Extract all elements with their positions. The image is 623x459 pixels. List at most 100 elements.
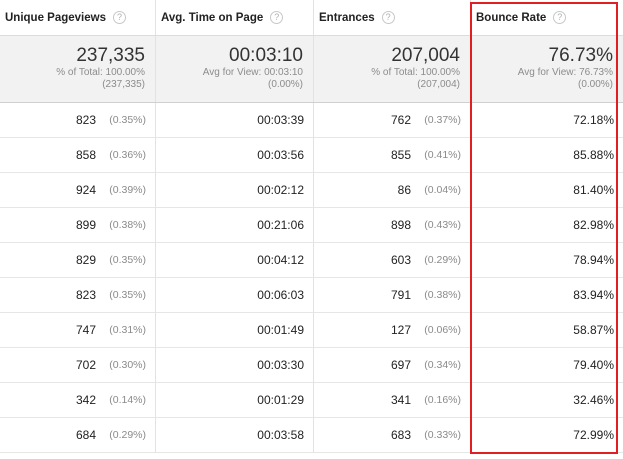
total-value: 76.73% (548, 45, 613, 66)
bounce-rate-value: 78.94% (573, 253, 614, 267)
avg-time-value: 00:03:56 (257, 148, 304, 162)
help-icon[interactable]: ? (381, 11, 395, 24)
unique-pageviews-value: 702 (75, 358, 96, 372)
cell-unique-pageviews: 747 (0.31%) (0, 313, 155, 348)
unique-pageviews-percent: (0.39%) (109, 184, 146, 196)
avg-time-value: 00:21:06 (257, 218, 304, 232)
cell-entrances: 898 (0.43%) (313, 208, 470, 243)
bounce-rate-value: 83.94% (573, 288, 614, 302)
cell-avg-time-on-page: 00:01:29 (155, 383, 313, 418)
cell-avg-time-on-page: 00:04:12 (155, 243, 313, 278)
avg-time-value: 00:02:12 (257, 183, 304, 197)
column-header-unique-pageviews[interactable]: Unique Pageviews ? (0, 0, 155, 35)
unique-pageviews-percent: (0.31%) (109, 324, 146, 336)
column-header-bounce-rate[interactable]: Bounce Rate ? (470, 0, 623, 35)
table-row: 924 (0.39%) 00:02:12 86 (0.04%) 81.40% (0, 173, 623, 208)
entrances-value: 603 (390, 253, 411, 267)
cell-bounce-rate: 85.88% (470, 138, 623, 173)
cell-avg-time-on-page: 00:21:06 (155, 208, 313, 243)
total-value: 237,335 (76, 45, 145, 66)
avg-time-value: 00:01:49 (257, 323, 304, 337)
unique-pageviews-percent: (0.36%) (109, 149, 146, 161)
column-header-avg-time-on-page[interactable]: Avg. Time on Page ? (155, 0, 313, 35)
total-subtext: Avg for View: 76.73% (517, 67, 613, 78)
entrances-percent: (0.33%) (424, 429, 461, 441)
unique-pageviews-value: 747 (75, 323, 96, 337)
avg-time-value: 00:03:58 (257, 428, 304, 442)
cell-bounce-rate: 32.46% (470, 383, 623, 418)
cell-avg-time-on-page: 00:06:03 (155, 278, 313, 313)
entrances-value: 127 (390, 323, 411, 337)
unique-pageviews-value: 823 (75, 288, 96, 302)
column-header-entrances[interactable]: Entrances ? (313, 0, 470, 35)
total-subtext: (0.00%) (577, 79, 613, 90)
bounce-rate-value: 72.18% (573, 113, 614, 127)
entrances-percent: (0.34%) (424, 359, 461, 371)
unique-pageviews-value: 924 (75, 183, 96, 197)
entrances-value: 683 (390, 428, 411, 442)
unique-pageviews-percent: (0.35%) (109, 254, 146, 266)
column-header-label: Avg. Time on Page (161, 11, 264, 24)
bounce-rate-value: 72.99% (573, 428, 614, 442)
table-row: 702 (0.30%) 00:03:30 697 (0.34%) 79.40% (0, 348, 623, 383)
table-row: 858 (0.36%) 00:03:56 855 (0.41%) 85.88% (0, 138, 623, 173)
unique-pageviews-percent: (0.35%) (109, 289, 146, 301)
cell-entrances: 603 (0.29%) (313, 243, 470, 278)
total-bounce-rate: 76.73% Avg for View: 76.73% (0.00%) (470, 36, 623, 102)
total-entrances: 207,004 % of Total: 100.00% (207,004) (313, 36, 470, 102)
cell-unique-pageviews: 702 (0.30%) (0, 348, 155, 383)
table-row: 342 (0.14%) 00:01:29 341 (0.16%) 32.46% (0, 383, 623, 418)
cell-unique-pageviews: 823 (0.35%) (0, 278, 155, 313)
unique-pageviews-percent: (0.29%) (109, 429, 146, 441)
bounce-rate-value: 32.46% (573, 393, 614, 407)
bounce-rate-value: 81.40% (573, 183, 614, 197)
cell-unique-pageviews: 924 (0.39%) (0, 173, 155, 208)
entrances-value: 791 (390, 288, 411, 302)
avg-time-value: 00:03:39 (257, 113, 304, 127)
avg-time-value: 00:01:29 (257, 393, 304, 407)
cell-unique-pageviews: 342 (0.14%) (0, 383, 155, 418)
total-value: 00:03:10 (229, 45, 303, 66)
column-header-label: Unique Pageviews (5, 11, 106, 24)
cell-bounce-rate: 81.40% (470, 173, 623, 208)
totals-row: 237,335 % of Total: 100.00% (237,335) 00… (0, 36, 623, 103)
cell-bounce-rate: 72.99% (470, 418, 623, 453)
entrances-value: 898 (390, 218, 411, 232)
cell-entrances: 127 (0.06%) (313, 313, 470, 348)
unique-pageviews-value: 829 (75, 253, 96, 267)
bounce-rate-value: 79.40% (573, 358, 614, 372)
entrances-percent: (0.29%) (424, 254, 461, 266)
entrances-percent: (0.38%) (424, 289, 461, 301)
cell-unique-pageviews: 858 (0.36%) (0, 138, 155, 173)
avg-time-value: 00:06:03 (257, 288, 304, 302)
cell-unique-pageviews: 684 (0.29%) (0, 418, 155, 453)
cell-entrances: 791 (0.38%) (313, 278, 470, 313)
entrances-percent: (0.04%) (424, 184, 461, 196)
entrances-value: 86 (397, 183, 411, 197)
unique-pageviews-value: 899 (75, 218, 96, 232)
help-icon[interactable]: ? (270, 11, 284, 24)
total-subtext: (207,004) (417, 79, 460, 90)
cell-avg-time-on-page: 00:03:30 (155, 348, 313, 383)
analytics-table: Unique Pageviews ? Avg. Time on Page ? E… (0, 0, 623, 459)
unique-pageviews-percent: (0.38%) (109, 219, 146, 231)
cell-entrances: 855 (0.41%) (313, 138, 470, 173)
total-subtext: % of Total: 100.00% (56, 67, 145, 78)
help-icon[interactable]: ? (112, 11, 126, 24)
entrances-percent: (0.37%) (424, 114, 461, 126)
cell-entrances: 762 (0.37%) (313, 103, 470, 138)
avg-time-value: 00:03:30 (257, 358, 304, 372)
cell-bounce-rate: 78.94% (470, 243, 623, 278)
bounce-rate-value: 85.88% (573, 148, 614, 162)
cell-entrances: 697 (0.34%) (313, 348, 470, 383)
unique-pageviews-percent: (0.30%) (109, 359, 146, 371)
column-header-label: Bounce Rate (476, 11, 547, 24)
help-icon[interactable]: ? (553, 11, 567, 24)
entrances-value: 762 (390, 113, 411, 127)
cell-avg-time-on-page: 00:03:58 (155, 418, 313, 453)
cell-avg-time-on-page: 00:03:56 (155, 138, 313, 173)
total-value: 207,004 (391, 45, 460, 66)
total-subtext: Avg for View: 00:03:10 (202, 67, 303, 78)
bounce-rate-value: 82.98% (573, 218, 614, 232)
cell-bounce-rate: 83.94% (470, 278, 623, 313)
